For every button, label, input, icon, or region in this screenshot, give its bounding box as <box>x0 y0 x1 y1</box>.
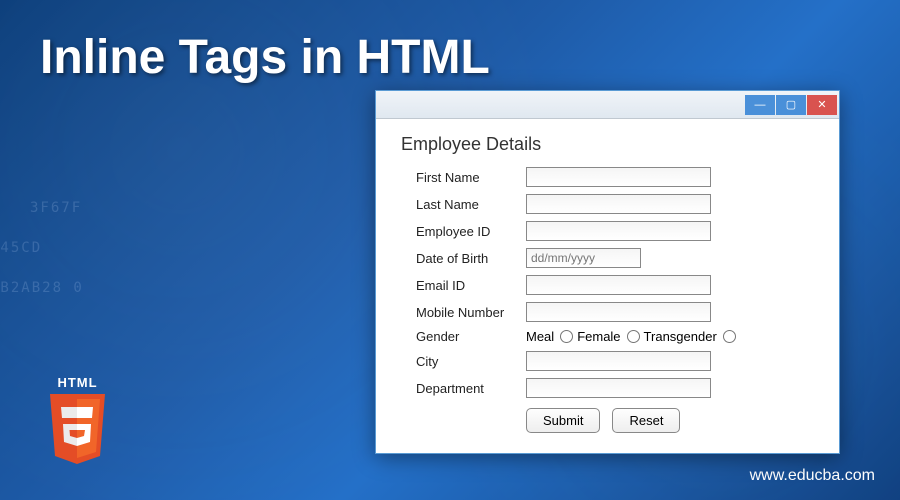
dob-input[interactable] <box>526 248 641 268</box>
dob-row: Date of Birth <box>401 248 814 268</box>
employee-id-label: Employee ID <box>416 224 526 239</box>
gender-opt3-label: Transgender <box>644 329 717 344</box>
form-window: — ▢ ✕ Employee Details First Name Last N… <box>375 90 840 454</box>
city-row: City <box>401 351 814 371</box>
form-heading: Employee Details <box>401 134 814 155</box>
submit-button[interactable]: Submit <box>526 408 600 433</box>
gender-opt1-radio[interactable] <box>560 330 573 343</box>
gender-row: Gender Meal Female Transgender <box>401 329 814 344</box>
bg-hex-3: 3F67F <box>30 200 82 216</box>
minimize-button[interactable]: — <box>745 95 775 115</box>
department-input[interactable] <box>526 378 711 398</box>
mobile-row: Mobile Number <box>401 302 814 322</box>
last-name-row: Last Name <box>401 194 814 214</box>
mobile-label: Mobile Number <box>416 305 526 320</box>
email-row: Email ID <box>401 275 814 295</box>
email-input[interactable] <box>526 275 711 295</box>
dob-label: Date of Birth <box>416 251 526 266</box>
gender-opt2-label: Female <box>577 329 620 344</box>
html5-label-text: HTML <box>40 375 115 390</box>
window-titlebar: — ▢ ✕ <box>376 91 839 119</box>
mobile-input[interactable] <box>526 302 711 322</box>
bg-hex-1: D45CD <box>0 240 42 256</box>
gender-opt2-radio[interactable] <box>627 330 640 343</box>
html5-shield-icon <box>45 394 110 466</box>
department-row: Department <box>401 378 814 398</box>
employee-id-input[interactable] <box>526 221 711 241</box>
gender-label: Gender <box>416 329 526 344</box>
first-name-input[interactable] <box>526 167 711 187</box>
gender-opt3-radio[interactable] <box>723 330 736 343</box>
maximize-button[interactable]: ▢ <box>776 95 806 115</box>
last-name-input[interactable] <box>526 194 711 214</box>
gender-opt1-label: Meal <box>526 329 554 344</box>
first-name-label: First Name <box>416 170 526 185</box>
bg-hex-2: AB2AB28 0 <box>0 280 84 296</box>
close-button[interactable]: ✕ <box>807 95 837 115</box>
first-name-row: First Name <box>401 167 814 187</box>
department-label: Department <box>416 381 526 396</box>
city-input[interactable] <box>526 351 711 371</box>
employee-id-row: Employee ID <box>401 221 814 241</box>
site-url: www.educba.com <box>750 467 875 485</box>
page-title: Inline Tags in HTML <box>40 30 490 85</box>
html5-logo: HTML <box>40 375 115 470</box>
reset-button[interactable]: Reset <box>612 408 680 433</box>
last-name-label: Last Name <box>416 197 526 212</box>
form-content: Employee Details First Name Last Name Em… <box>376 119 839 453</box>
city-label: City <box>416 354 526 369</box>
email-label: Email ID <box>416 278 526 293</box>
